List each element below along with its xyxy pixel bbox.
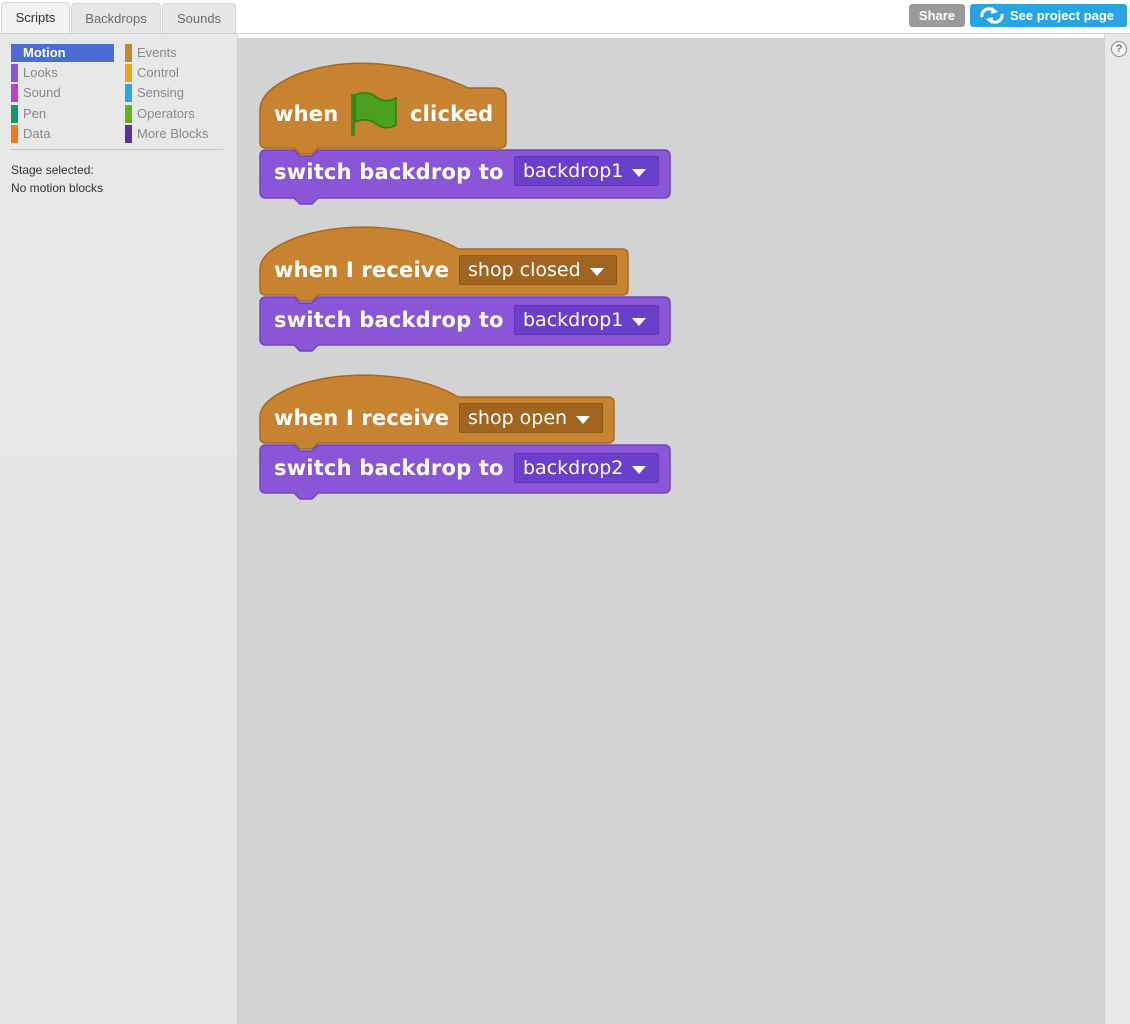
operators-swatch [125,105,132,123]
sensing-swatch [125,84,132,102]
category-looks[interactable]: Looks [11,64,114,82]
data-swatch [11,125,18,143]
tab-backdrops[interactable]: Backdrops [71,3,161,33]
editor-tabs: Scripts Backdrops Sounds [0,0,240,34]
category-operators[interactable]: Operators [125,105,225,123]
palette-lower-area [0,455,237,1024]
category-motion[interactable]: Motion [11,44,114,62]
help-icon[interactable]: ? [1111,41,1127,57]
chevron-down-icon [632,169,646,177]
sound-swatch [11,84,18,102]
command-text: switch backdrop to [274,160,504,184]
backdrop-dropdown[interactable]: backdrop2 [514,453,659,483]
right-rail [1104,34,1130,1024]
category-pen[interactable]: Pen [11,105,114,123]
see-project-page-button[interactable]: See project page [970,4,1127,27]
tab-scripts[interactable]: Scripts [1,2,70,34]
backdrop-dropdown[interactable]: backdrop1 [514,156,659,186]
category-sound[interactable]: Sound [11,84,114,102]
category-events[interactable]: Events [125,44,225,62]
more-blocks-swatch [125,125,132,143]
script-shop-open [259,374,671,500]
message-dropdown[interactable]: shop open [459,403,603,433]
chevron-down-icon [632,318,646,326]
hat-when-text: when [274,102,339,126]
hat-receive-text: when I receive [274,406,450,430]
backdrop-dropdown[interactable]: backdrop1 [514,305,659,335]
events-swatch [125,44,132,62]
chevron-down-icon [590,268,604,276]
no-motion-blocks-text: No motion blocks [11,181,104,195]
see-project-page-label: See project page [1010,8,1115,23]
palette-divider [10,149,223,150]
stage-note: Stage selected: No motion blocks [11,161,103,197]
script-shop-closed [259,226,671,352]
chevron-down-icon [576,416,590,424]
category-more-blocks[interactable]: More Blocks [125,125,225,143]
stage-selected-text: Stage selected: [11,163,94,177]
command-text: switch backdrop to [274,456,504,480]
pen-swatch [11,105,18,123]
motion-swatch [11,44,18,62]
share-button[interactable]: Share [909,4,965,27]
category-control[interactable]: Control [125,64,225,82]
chevron-down-icon [632,466,646,474]
remix-arrows-icon [980,7,1004,24]
looks-swatch [11,64,18,82]
control-swatch [125,64,132,82]
script-green-flag [259,62,671,205]
hat-clicked-text: clicked [410,102,494,126]
hat-receive-text: when I receive [274,258,450,282]
category-data[interactable]: Data [11,125,114,143]
message-dropdown[interactable]: shop closed [459,255,617,285]
category-sensing[interactable]: Sensing [125,84,225,102]
tab-sounds[interactable]: Sounds [162,3,236,33]
command-text: switch backdrop to [274,308,504,332]
